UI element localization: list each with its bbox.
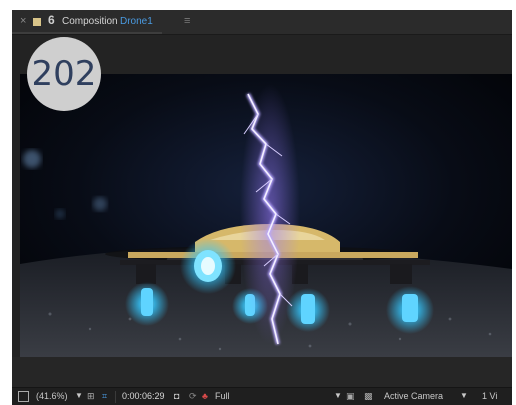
toggle-transparency-icon[interactable]: ▩ bbox=[364, 391, 373, 402]
resolution-dropdown-icon[interactable]: ▼ bbox=[334, 391, 342, 400]
always-preview-icon[interactable] bbox=[18, 391, 29, 404]
resolution-select[interactable]: Full bbox=[215, 391, 230, 401]
timecode[interactable]: 0:00:06:29 bbox=[122, 391, 165, 401]
camera-view-select[interactable]: Active Camera bbox=[384, 391, 443, 401]
panel-tab-bar: × 6 Composition Drone1 ≡ bbox=[12, 10, 512, 35]
color-channels-icon[interactable]: ♣ bbox=[202, 391, 208, 401]
number-badge: 202 bbox=[27, 37, 101, 111]
camera-view-dropdown-icon[interactable]: ▼ bbox=[460, 391, 468, 400]
view-layout-select[interactable]: 1 Vi bbox=[482, 391, 497, 401]
close-icon[interactable]: × bbox=[20, 15, 26, 27]
viewer-toolbar: (41.6%) ▼ ⊞ ⌗ 0:00:06:29 ◘ ⟳ ♣ Full ▼ ▣ … bbox=[12, 387, 512, 405]
snapshot-icon[interactable]: ◘ bbox=[174, 391, 179, 401]
zoom-dropdown-icon[interactable]: ▼ bbox=[75, 391, 83, 400]
tab-title[interactable]: Composition bbox=[62, 16, 118, 27]
zoom-level[interactable]: (41.6%) bbox=[36, 391, 68, 401]
pasteboard bbox=[12, 357, 512, 387]
color-swatch-icon bbox=[33, 18, 41, 26]
show-snapshot-icon[interactable]: ⟳ bbox=[189, 391, 197, 402]
composition-name[interactable]: Drone1 bbox=[120, 16, 153, 27]
composition-panel: × 6 Composition Drone1 ≡ 202 (41.6%) ▼ ⊞… bbox=[12, 10, 512, 405]
composition-frame bbox=[20, 74, 512, 357]
grid-icon[interactable]: ⊞ bbox=[87, 391, 95, 402]
badge-number: 202 bbox=[31, 54, 97, 94]
active-tab-indicator bbox=[12, 32, 162, 34]
composition-viewer[interactable] bbox=[20, 74, 512, 357]
lock-icon[interactable]: 6 bbox=[48, 13, 55, 27]
region-of-interest-icon[interactable]: ▣ bbox=[346, 391, 355, 402]
panel-menu-icon[interactable]: ≡ bbox=[184, 15, 190, 27]
transparency-grid-icon[interactable]: ⌗ bbox=[102, 391, 107, 402]
toolbar-divider bbox=[115, 391, 116, 403]
